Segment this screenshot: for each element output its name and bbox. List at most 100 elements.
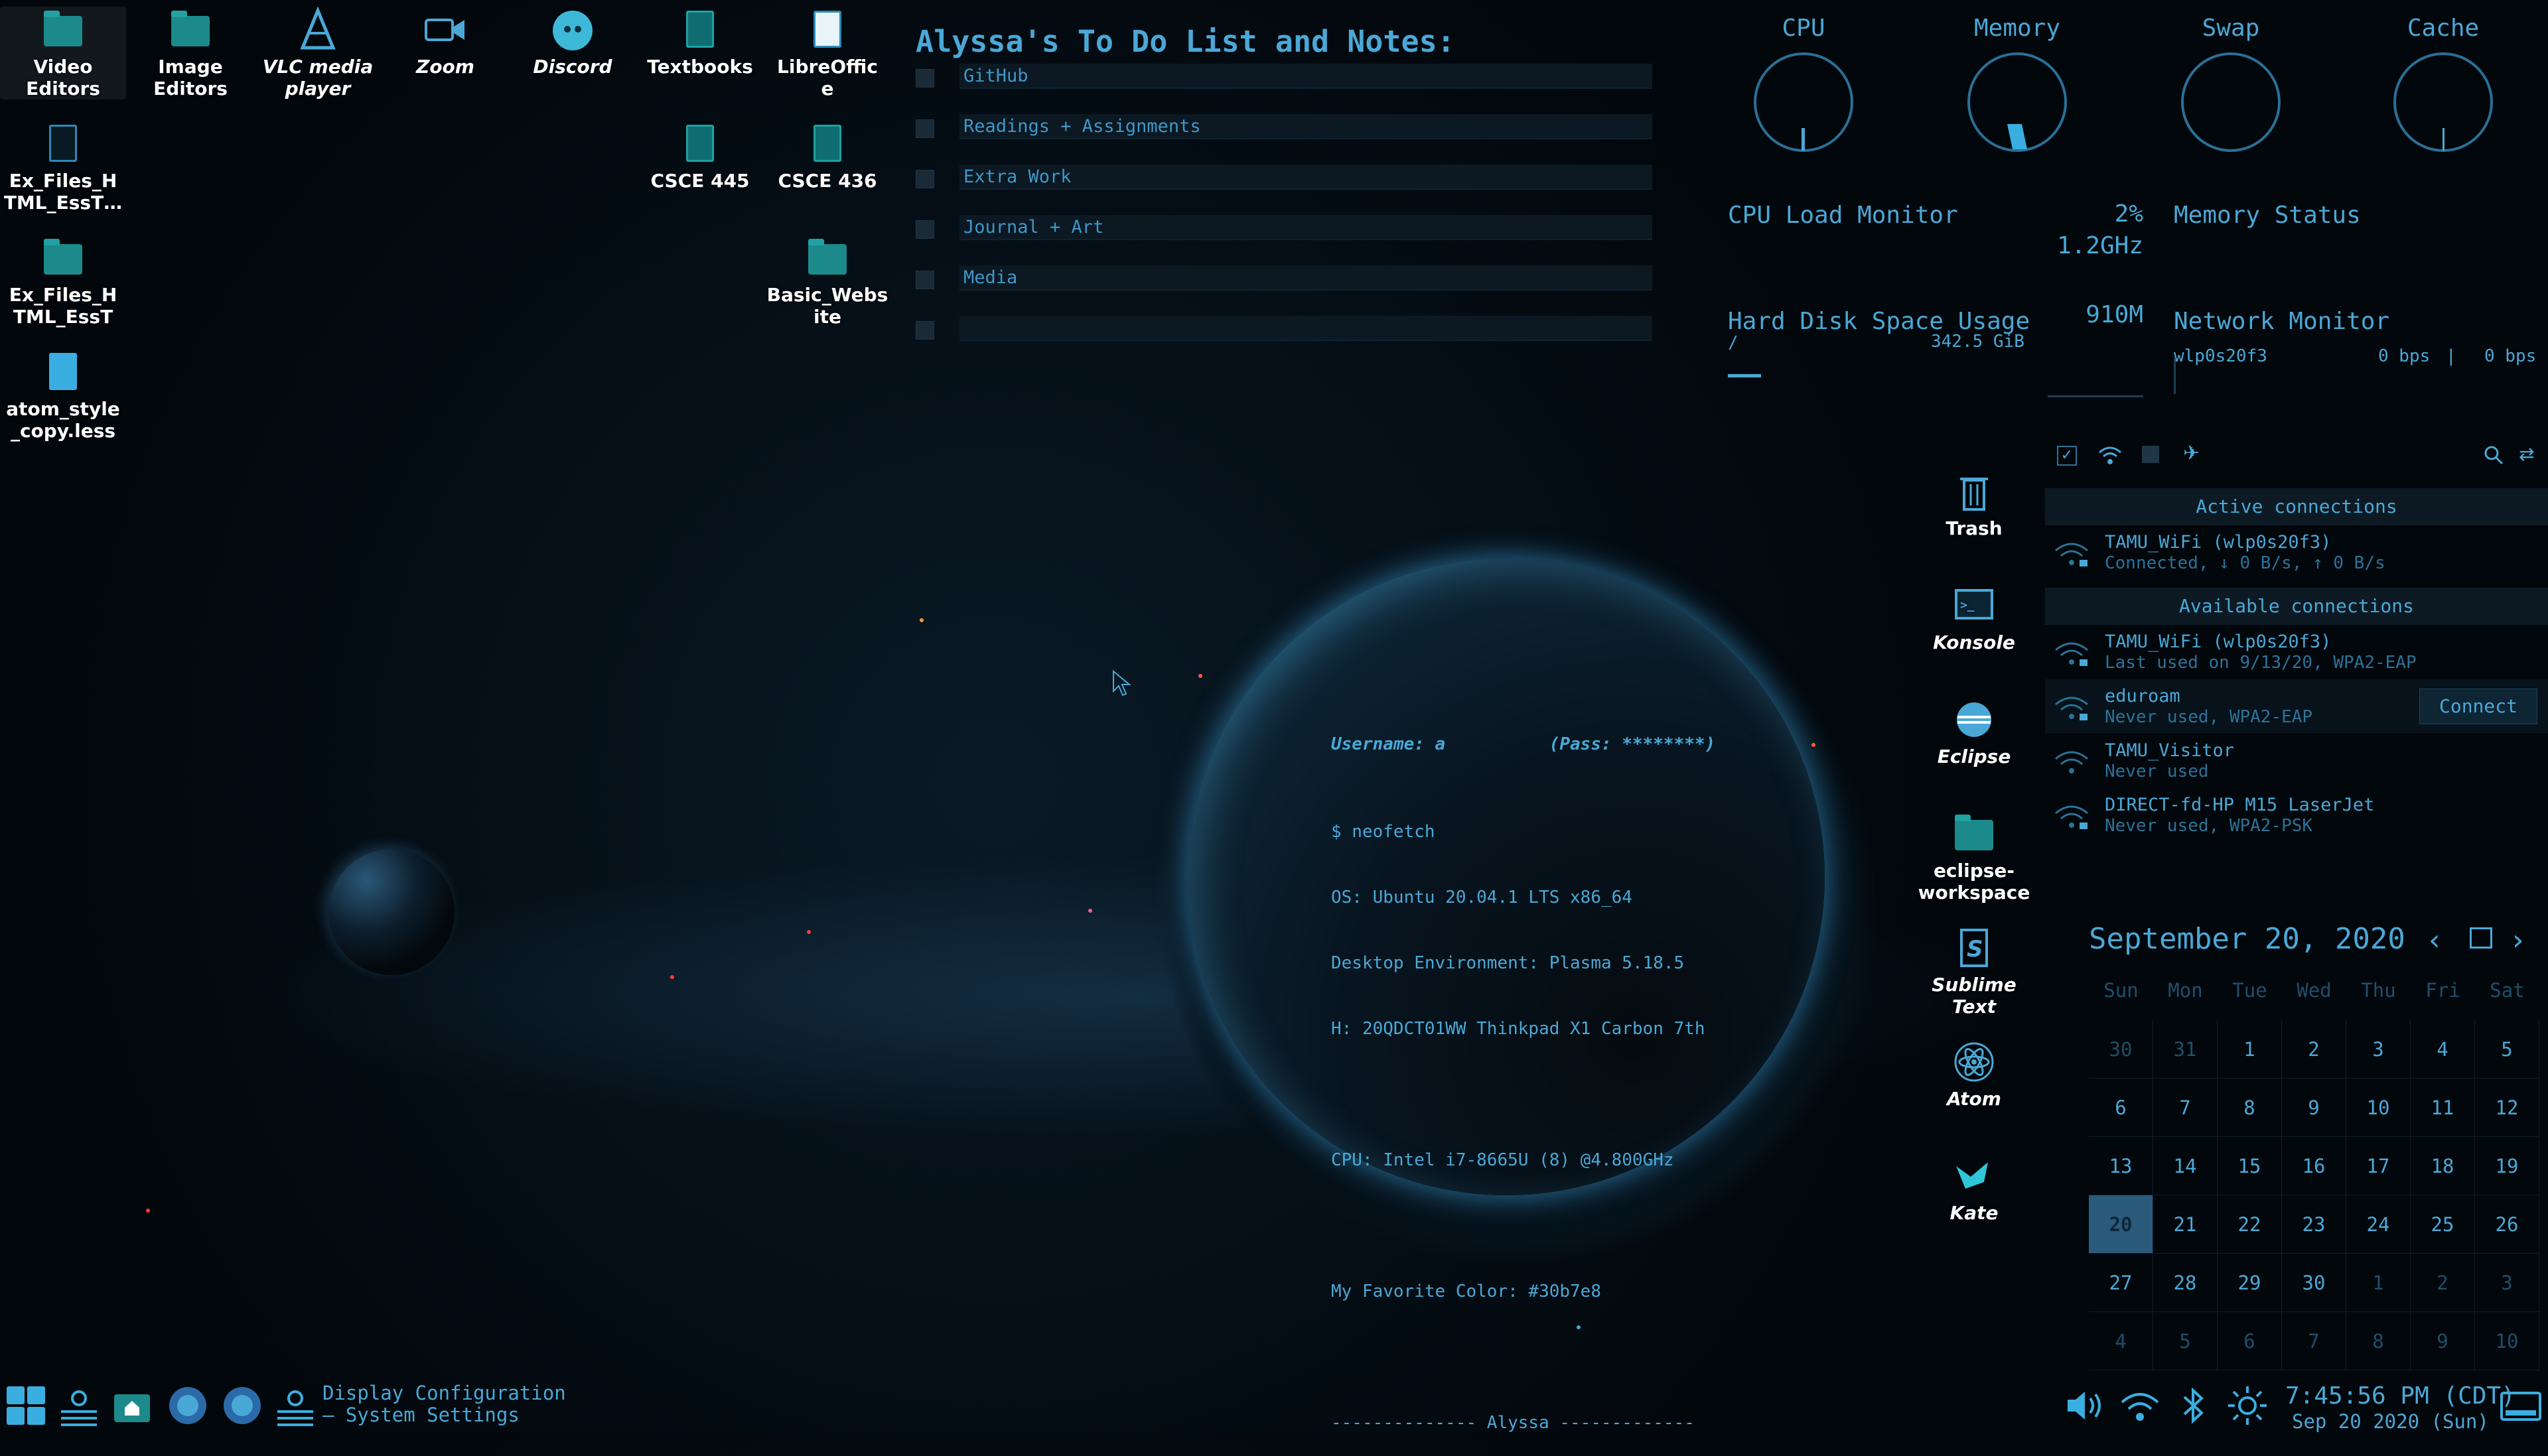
desktop-icon-discord[interactable]: Discord — [510, 7, 636, 78]
calendar-day[interactable]: 1 — [2346, 1254, 2411, 1312]
calendar-day[interactable]: 30 — [2282, 1254, 2346, 1312]
calendar-day[interactable]: 11 — [2411, 1079, 2475, 1137]
calendar-next-icon[interactable]: › — [2512, 923, 2524, 957]
calendar-day[interactable]: 16 — [2282, 1137, 2346, 1195]
wifi-icon[interactable] — [2117, 1382, 2163, 1429]
calendar-day[interactable]: 1 — [2218, 1020, 2282, 1079]
calendar-day[interactable]: 24 — [2346, 1195, 2411, 1254]
todo-field[interactable]: Extra Work — [959, 165, 1652, 190]
desktop-icon-sublime-text[interactable]: S Sublime Text — [1911, 925, 2037, 1018]
home-folder-icon[interactable] — [109, 1382, 155, 1429]
calendar-day[interactable]: 7 — [2282, 1312, 2346, 1370]
connection-item[interactable]: TAMU_WiFi (wlp0s20f3) Last used on 9/13/… — [2045, 625, 2548, 679]
desktop-icon-libreoffice[interactable]: LibreOffic e — [764, 7, 890, 99]
calendar-day[interactable]: 31 — [2153, 1020, 2218, 1079]
desktop-icon-basic-website[interactable]: Basic_Webs ite — [764, 235, 890, 328]
todo-checkbox[interactable] — [916, 170, 934, 188]
calendar-day[interactable]: 26 — [2475, 1195, 2539, 1254]
enable-networking-checkbox[interactable]: ✓ — [2057, 446, 2077, 466]
desktop-icon-eclipse-workspace[interactable]: eclipse- workspace — [1911, 811, 2037, 903]
connect-button[interactable]: Connect — [2419, 689, 2537, 724]
wifi-toggle-icon[interactable] — [2097, 443, 2123, 467]
calendar-day[interactable]: 10 — [2346, 1079, 2411, 1137]
firefox-icon[interactable] — [165, 1382, 211, 1429]
todo-field[interactable]: Readings + Assignments — [959, 114, 1652, 139]
calendar-day[interactable]: 4 — [2089, 1312, 2153, 1370]
connection-item[interactable]: DIRECT-fd-HP M15 LaserJet Never used, WP… — [2045, 788, 2548, 842]
calendar-day[interactable]: 14 — [2153, 1137, 2218, 1195]
desktop-icon-zoom[interactable]: Zoom — [382, 7, 508, 78]
calendar-day[interactable]: 3 — [2346, 1020, 2411, 1079]
calendar-day-today[interactable]: 20 — [2089, 1195, 2153, 1254]
calendar-day[interactable]: 5 — [2475, 1020, 2539, 1079]
bluetooth-icon[interactable] — [2170, 1382, 2216, 1429]
todo-checkbox[interactable] — [916, 119, 934, 138]
todo-checkbox[interactable] — [916, 271, 934, 289]
calendar-day[interactable]: 5 — [2153, 1312, 2218, 1370]
brightness-icon[interactable] — [2224, 1382, 2271, 1429]
calendar-day[interactable]: 6 — [2089, 1079, 2153, 1137]
calendar-day[interactable]: 23 — [2282, 1195, 2346, 1254]
desktop-icon-atom[interactable]: Atom — [1911, 1039, 2037, 1110]
desktop-icon-textbooks[interactable]: Textbooks — [637, 7, 763, 78]
desktop-icon-csce-445[interactable]: CSCE 445 — [637, 121, 763, 192]
todo-item[interactable]: Journal + Art — [916, 215, 1652, 241]
task-system-settings-icon[interactable] — [272, 1382, 318, 1429]
airplane-mode-icon[interactable]: ✈ — [2183, 442, 2210, 468]
calendar-day[interactable]: 19 — [2475, 1137, 2539, 1195]
calendar-day[interactable]: 28 — [2153, 1254, 2218, 1312]
task-window-title[interactable]: Display Configuration — System Settings — [322, 1382, 566, 1426]
calendar-day[interactable]: 17 — [2346, 1137, 2411, 1195]
calendar-day[interactable]: 3 — [2475, 1254, 2539, 1312]
desktop-icon-ex-files-zip[interactable]: Ex_Files_H TML_EssT… — [0, 121, 126, 214]
calendar-day[interactable]: 8 — [2218, 1079, 2282, 1137]
todo-checkbox[interactable] — [916, 321, 934, 340]
calendar-day[interactable]: 15 — [2218, 1137, 2282, 1195]
calendar-day[interactable]: 29 — [2218, 1254, 2282, 1312]
calendar-day[interactable]: 25 — [2411, 1195, 2475, 1254]
desktop-icon-eclipse[interactable]: Eclipse — [1911, 696, 2037, 767]
system-settings-icon[interactable] — [56, 1382, 102, 1429]
calendar-day[interactable]: 9 — [2411, 1312, 2475, 1370]
calendar-day[interactable]: 6 — [2218, 1312, 2282, 1370]
calendar-day[interactable]: 2 — [2282, 1020, 2346, 1079]
search-icon[interactable] — [2482, 443, 2506, 467]
calendar-day[interactable]: 30 — [2089, 1020, 2153, 1079]
todo-checkbox[interactable] — [916, 69, 934, 88]
calendar-day[interactable]: 22 — [2218, 1195, 2282, 1254]
calendar-day[interactable]: 12 — [2475, 1079, 2539, 1137]
todo-item[interactable]: Media — [916, 265, 1652, 292]
desktop-icon-vlc[interactable]: VLC media player — [255, 6, 381, 99]
todo-item[interactable]: GitHub — [916, 64, 1652, 90]
desktop-icon-kate[interactable]: Kate — [1911, 1153, 2037, 1224]
todo-field[interactable]: Media — [959, 265, 1652, 291]
calendar-day[interactable]: 13 — [2089, 1137, 2153, 1195]
firefox-icon[interactable] — [219, 1382, 265, 1429]
clock-time[interactable]: 7:45:56 PM (CDT) — [2285, 1382, 2515, 1410]
todo-field[interactable] — [959, 316, 1652, 341]
desktop-icon-trash[interactable]: Trash — [1911, 468, 2037, 539]
desktop-icon-konsole[interactable]: >_ Konsole — [1911, 582, 2037, 653]
calendar-day[interactable]: 8 — [2346, 1312, 2411, 1370]
desktop-icon-video-editors[interactable]: Video Editors — [0, 7, 126, 99]
calendar-day[interactable]: 27 — [2089, 1254, 2153, 1312]
calendar-day[interactable]: 2 — [2411, 1254, 2475, 1312]
todo-checkbox[interactable] — [916, 220, 934, 239]
settings-icon[interactable]: ⇄ — [2519, 443, 2543, 467]
todo-field[interactable]: Journal + Art — [959, 215, 1652, 240]
calendar-day[interactable]: 21 — [2153, 1195, 2218, 1254]
calendar-prev-icon[interactable]: ‹ — [2429, 923, 2441, 957]
calendar-today-icon[interactable] — [2470, 927, 2492, 949]
todo-item[interactable]: Readings + Assignments — [916, 114, 1652, 141]
desktop-icon-image-editors[interactable]: Image Editors — [127, 7, 253, 99]
calendar-day[interactable]: 18 — [2411, 1137, 2475, 1195]
connection-item[interactable]: TAMU_Visitor Never used — [2045, 734, 2548, 788]
volume-icon[interactable] — [2061, 1382, 2107, 1429]
wired-toggle-checkbox[interactable] — [2142, 446, 2159, 463]
desktop-icon-ex-files-folder[interactable]: Ex_Files_H TML_EssT — [0, 235, 126, 328]
connection-item[interactable]: eduroam Never used, WPA2-EAP Connect — [2045, 679, 2548, 734]
calendar-day[interactable]: 9 — [2282, 1079, 2346, 1137]
todo-field[interactable]: GitHub — [959, 64, 1652, 89]
desktop-icon-csce-436[interactable]: CSCE 436 — [764, 121, 890, 192]
connection-item[interactable]: TAMU_WiFi (wlp0s20f3) Connected, ↓ 0 B/s… — [2045, 525, 2548, 588]
